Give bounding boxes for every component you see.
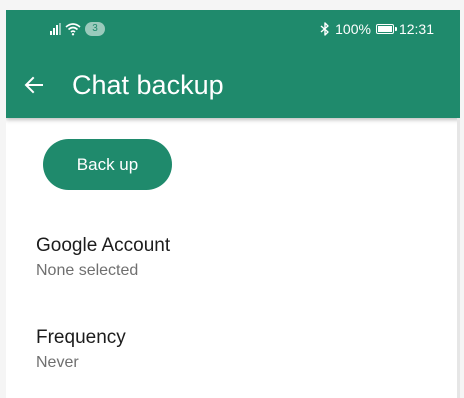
status-bar-right: 100% 12:31 [320, 21, 434, 37]
toolbar: Chat backup [6, 60, 460, 110]
frequency-title: Frequency [36, 327, 126, 348]
page-title: Chat backup [72, 70, 224, 100]
bluetooth-icon [320, 22, 329, 36]
status-time: 12:31 [398, 21, 434, 37]
back-up-button[interactable]: Back up [43, 139, 172, 190]
google-account-setting[interactable]: Google Account None selected [6, 234, 460, 296]
google-account-title: Google Account [36, 235, 171, 256]
backup-settings-content: Back up Google Account None selected Fre… [6, 118, 460, 398]
battery-level: 100% [335, 21, 371, 37]
google-account-value: None selected [36, 262, 139, 279]
signal-icon [50, 23, 61, 35]
back-arrow-icon[interactable] [22, 73, 46, 97]
chat-backup-screen: 3 100% 12:31 Chat backup Back up Google … [6, 10, 460, 398]
app-frame: 3 100% 12:31 Chat backup Back up Google … [0, 0, 464, 398]
battery-icon [375, 24, 397, 34]
frequency-setting[interactable]: Frequency Never [6, 326, 460, 388]
status-bar: 3 100% 12:31 [6, 10, 460, 50]
frequency-value: Never [36, 354, 79, 371]
status-bar-left: 3 [50, 22, 105, 36]
app-bar: 3 100% 12:31 Chat backup [6, 10, 460, 118]
notification-count-badge: 3 [85, 22, 105, 36]
scrollbar[interactable] [457, 118, 460, 398]
wifi-icon [65, 23, 81, 36]
